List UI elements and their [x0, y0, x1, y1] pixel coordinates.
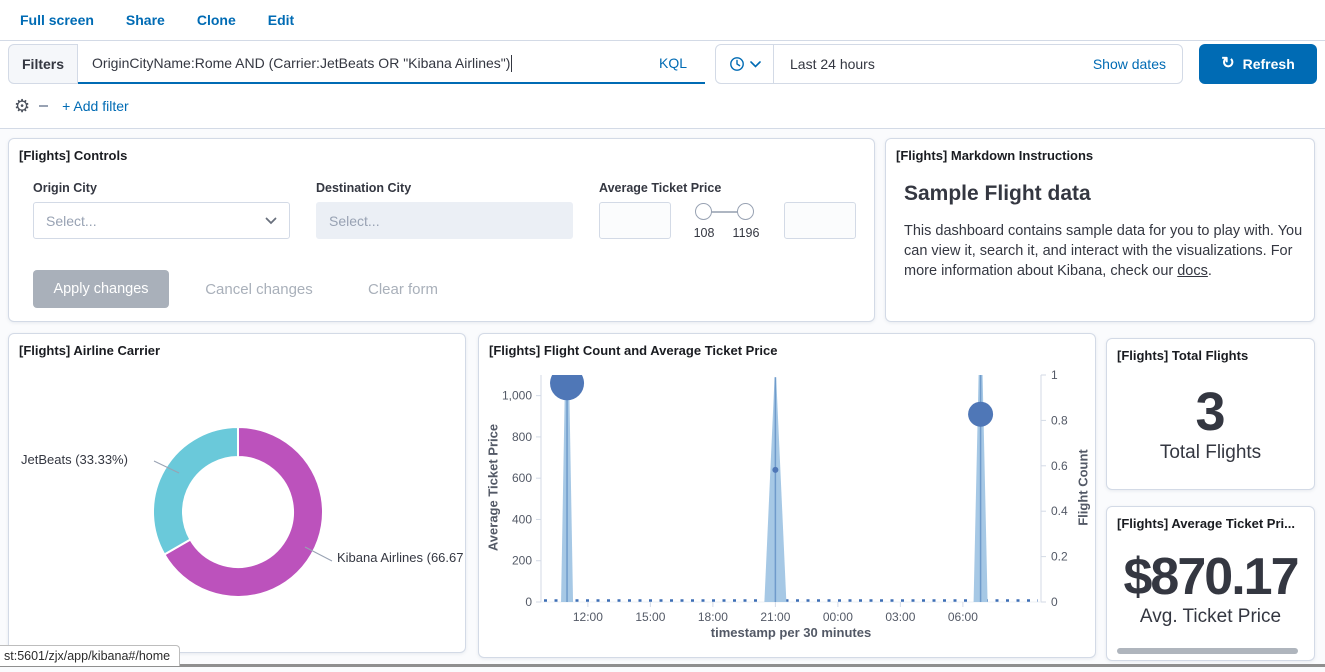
panel-title: [Flights] Controls	[19, 148, 127, 163]
svg-text:0.6: 0.6	[1051, 459, 1068, 473]
add-filter-link[interactable]: + Add filter	[62, 98, 129, 114]
filter-options-gear-icon[interactable]: ⚙	[14, 97, 30, 115]
origin-city-value: Select...	[46, 213, 97, 229]
query-text: OriginCityName:Rome AND (Carrier:JetBeat…	[92, 55, 510, 71]
origin-city-label: Origin City	[33, 181, 97, 195]
svg-text:06:00: 06:00	[948, 610, 978, 624]
refresh-button[interactable]: ↻ Refresh	[1199, 44, 1317, 84]
time-picker-quick-menu[interactable]	[716, 45, 774, 83]
price-range-slider-min-handle[interactable]	[695, 203, 712, 220]
panel-flight-count-avg-price: 0 200 400 600 800 1,000 0 0.2 0.4 0.6 0.8 1 12:00 15:…	[478, 333, 1096, 658]
panel-flights-controls: [Flights] Controls Origin City Select...…	[8, 138, 875, 322]
docs-link[interactable]: docs	[1177, 263, 1208, 279]
chevron-down-icon	[750, 61, 761, 68]
query-language-button[interactable]: KQL	[651, 55, 695, 71]
panel-title: [Flights] Total Flights	[1117, 348, 1248, 363]
svg-text:800: 800	[512, 430, 532, 444]
donut-label-kibana-airlines: Kibana Airlines (66.67	[337, 550, 463, 565]
chevron-down-icon	[265, 217, 277, 225]
markdown-text: This dashboard contains sample data for …	[904, 223, 1302, 279]
svg-text:400: 400	[512, 512, 532, 526]
svg-text:0.2: 0.2	[1051, 550, 1068, 564]
share-link[interactable]: Share	[126, 12, 165, 28]
price-min-input[interactable]	[599, 202, 671, 239]
markdown-body: This dashboard contains sample data for …	[904, 221, 1304, 281]
svg-text:1: 1	[1051, 368, 1058, 382]
price-max-value: 1196	[724, 226, 768, 240]
airline-carrier-donut-chart[interactable]	[9, 334, 467, 654]
kql-query-input[interactable]: OriginCityName:Rome AND (Carrier:JetBeat…	[78, 44, 705, 84]
avg-ticket-price-label: Average Ticket Price	[599, 181, 721, 195]
panel-total-flights: [Flights] Total Flights 3 Total Flights	[1106, 338, 1315, 490]
panel-title: [Flights] Flight Count and Average Ticke…	[489, 343, 777, 358]
total-flights-value: 3	[1107, 385, 1314, 439]
svg-text:15:00: 15:00	[635, 610, 665, 624]
left-axis-title: Average Ticket Price	[486, 388, 501, 588]
donut-label-jetbeats: JetBeats (33.33%)	[21, 452, 128, 467]
avg-ticket-price-label: Avg. Ticket Price	[1107, 606, 1314, 628]
filter-options-caret-icon	[39, 105, 48, 107]
show-dates-link[interactable]: Show dates	[1093, 56, 1182, 72]
time-range-display[interactable]: Last 24 hours	[774, 56, 875, 72]
svg-text:12:00: 12:00	[573, 610, 603, 624]
panel-title: [Flights] Average Ticket Pri...	[1117, 516, 1295, 531]
panel-airline-carrier: [Flights] Airline Carrier JetBeats (33.3…	[8, 333, 466, 653]
svg-text:200: 200	[512, 554, 532, 568]
dashboard-grid: [Flights] Controls Origin City Select...…	[0, 128, 1325, 672]
dashboard-top-nav: Full screen Share Clone Edit	[0, 0, 1325, 41]
refresh-icon: ↻	[1221, 56, 1234, 72]
destination-city-select[interactable]: Select...	[316, 202, 573, 239]
total-flights-label: Total Flights	[1107, 442, 1314, 464]
price-min-value: 108	[682, 226, 726, 240]
svg-text:00:00: 00:00	[823, 610, 853, 624]
svg-text:03:00: 03:00	[885, 610, 915, 624]
clear-form-button[interactable]: Clear form	[357, 270, 449, 308]
svg-text:0: 0	[525, 595, 532, 609]
query-bar: Filters OriginCityName:Rome AND (Carrier…	[8, 43, 1317, 85]
edit-link[interactable]: Edit	[268, 12, 294, 28]
clock-icon	[729, 56, 745, 72]
full-screen-link[interactable]: Full screen	[20, 12, 94, 28]
refresh-label: Refresh	[1243, 56, 1295, 72]
svg-text:1,000: 1,000	[502, 389, 532, 403]
status-bar-url: st:5601/zjx/app/kibana#/home	[0, 645, 180, 666]
svg-text:0: 0	[1051, 595, 1058, 609]
origin-city-select[interactable]: Select...	[33, 202, 290, 239]
right-axis-title: Flight Count	[1076, 388, 1091, 588]
destination-city-value: Select...	[329, 213, 380, 229]
panel-flights-markdown: [Flights] Markdown Instructions Sample F…	[885, 138, 1315, 322]
window-bottom-edge	[0, 664, 1325, 667]
apply-changes-button[interactable]: Apply changes	[33, 270, 169, 308]
svg-text:21:00: 21:00	[760, 610, 790, 624]
price-max-input[interactable]	[784, 202, 856, 239]
horizontal-scrollbar[interactable]	[1117, 648, 1298, 654]
time-picker[interactable]: Last 24 hours Show dates	[715, 44, 1183, 84]
markdown-text-end: .	[1208, 263, 1212, 279]
filter-row: ⚙ + Add filter	[14, 90, 129, 122]
panel-title: [Flights] Markdown Instructions	[896, 148, 1093, 163]
svg-text:18:00: 18:00	[698, 610, 728, 624]
svg-text:0.8: 0.8	[1051, 413, 1068, 427]
cancel-changes-button[interactable]: Cancel changes	[194, 270, 324, 308]
destination-city-label: Destination City	[316, 181, 411, 195]
x-axis-title: timestamp per 30 minutes	[641, 625, 941, 640]
text-cursor	[511, 55, 512, 72]
flight-count-area-chart[interactable]: 0 200 400 600 800 1,000 0 0.2 0.4 0.6 0.8 1 12:00 15:…	[479, 334, 1097, 659]
avg-ticket-price-value: $870.17	[1107, 551, 1314, 603]
price-range-slider-max-handle[interactable]	[737, 203, 754, 220]
svg-text:600: 600	[512, 471, 532, 485]
panel-avg-ticket-price: [Flights] Average Ticket Pri... $870.17 …	[1106, 506, 1315, 661]
markdown-heading: Sample Flight data	[904, 182, 1091, 206]
clone-link[interactable]: Clone	[197, 12, 236, 28]
svg-text:0.4: 0.4	[1051, 504, 1068, 518]
filters-button[interactable]: Filters	[8, 44, 78, 84]
